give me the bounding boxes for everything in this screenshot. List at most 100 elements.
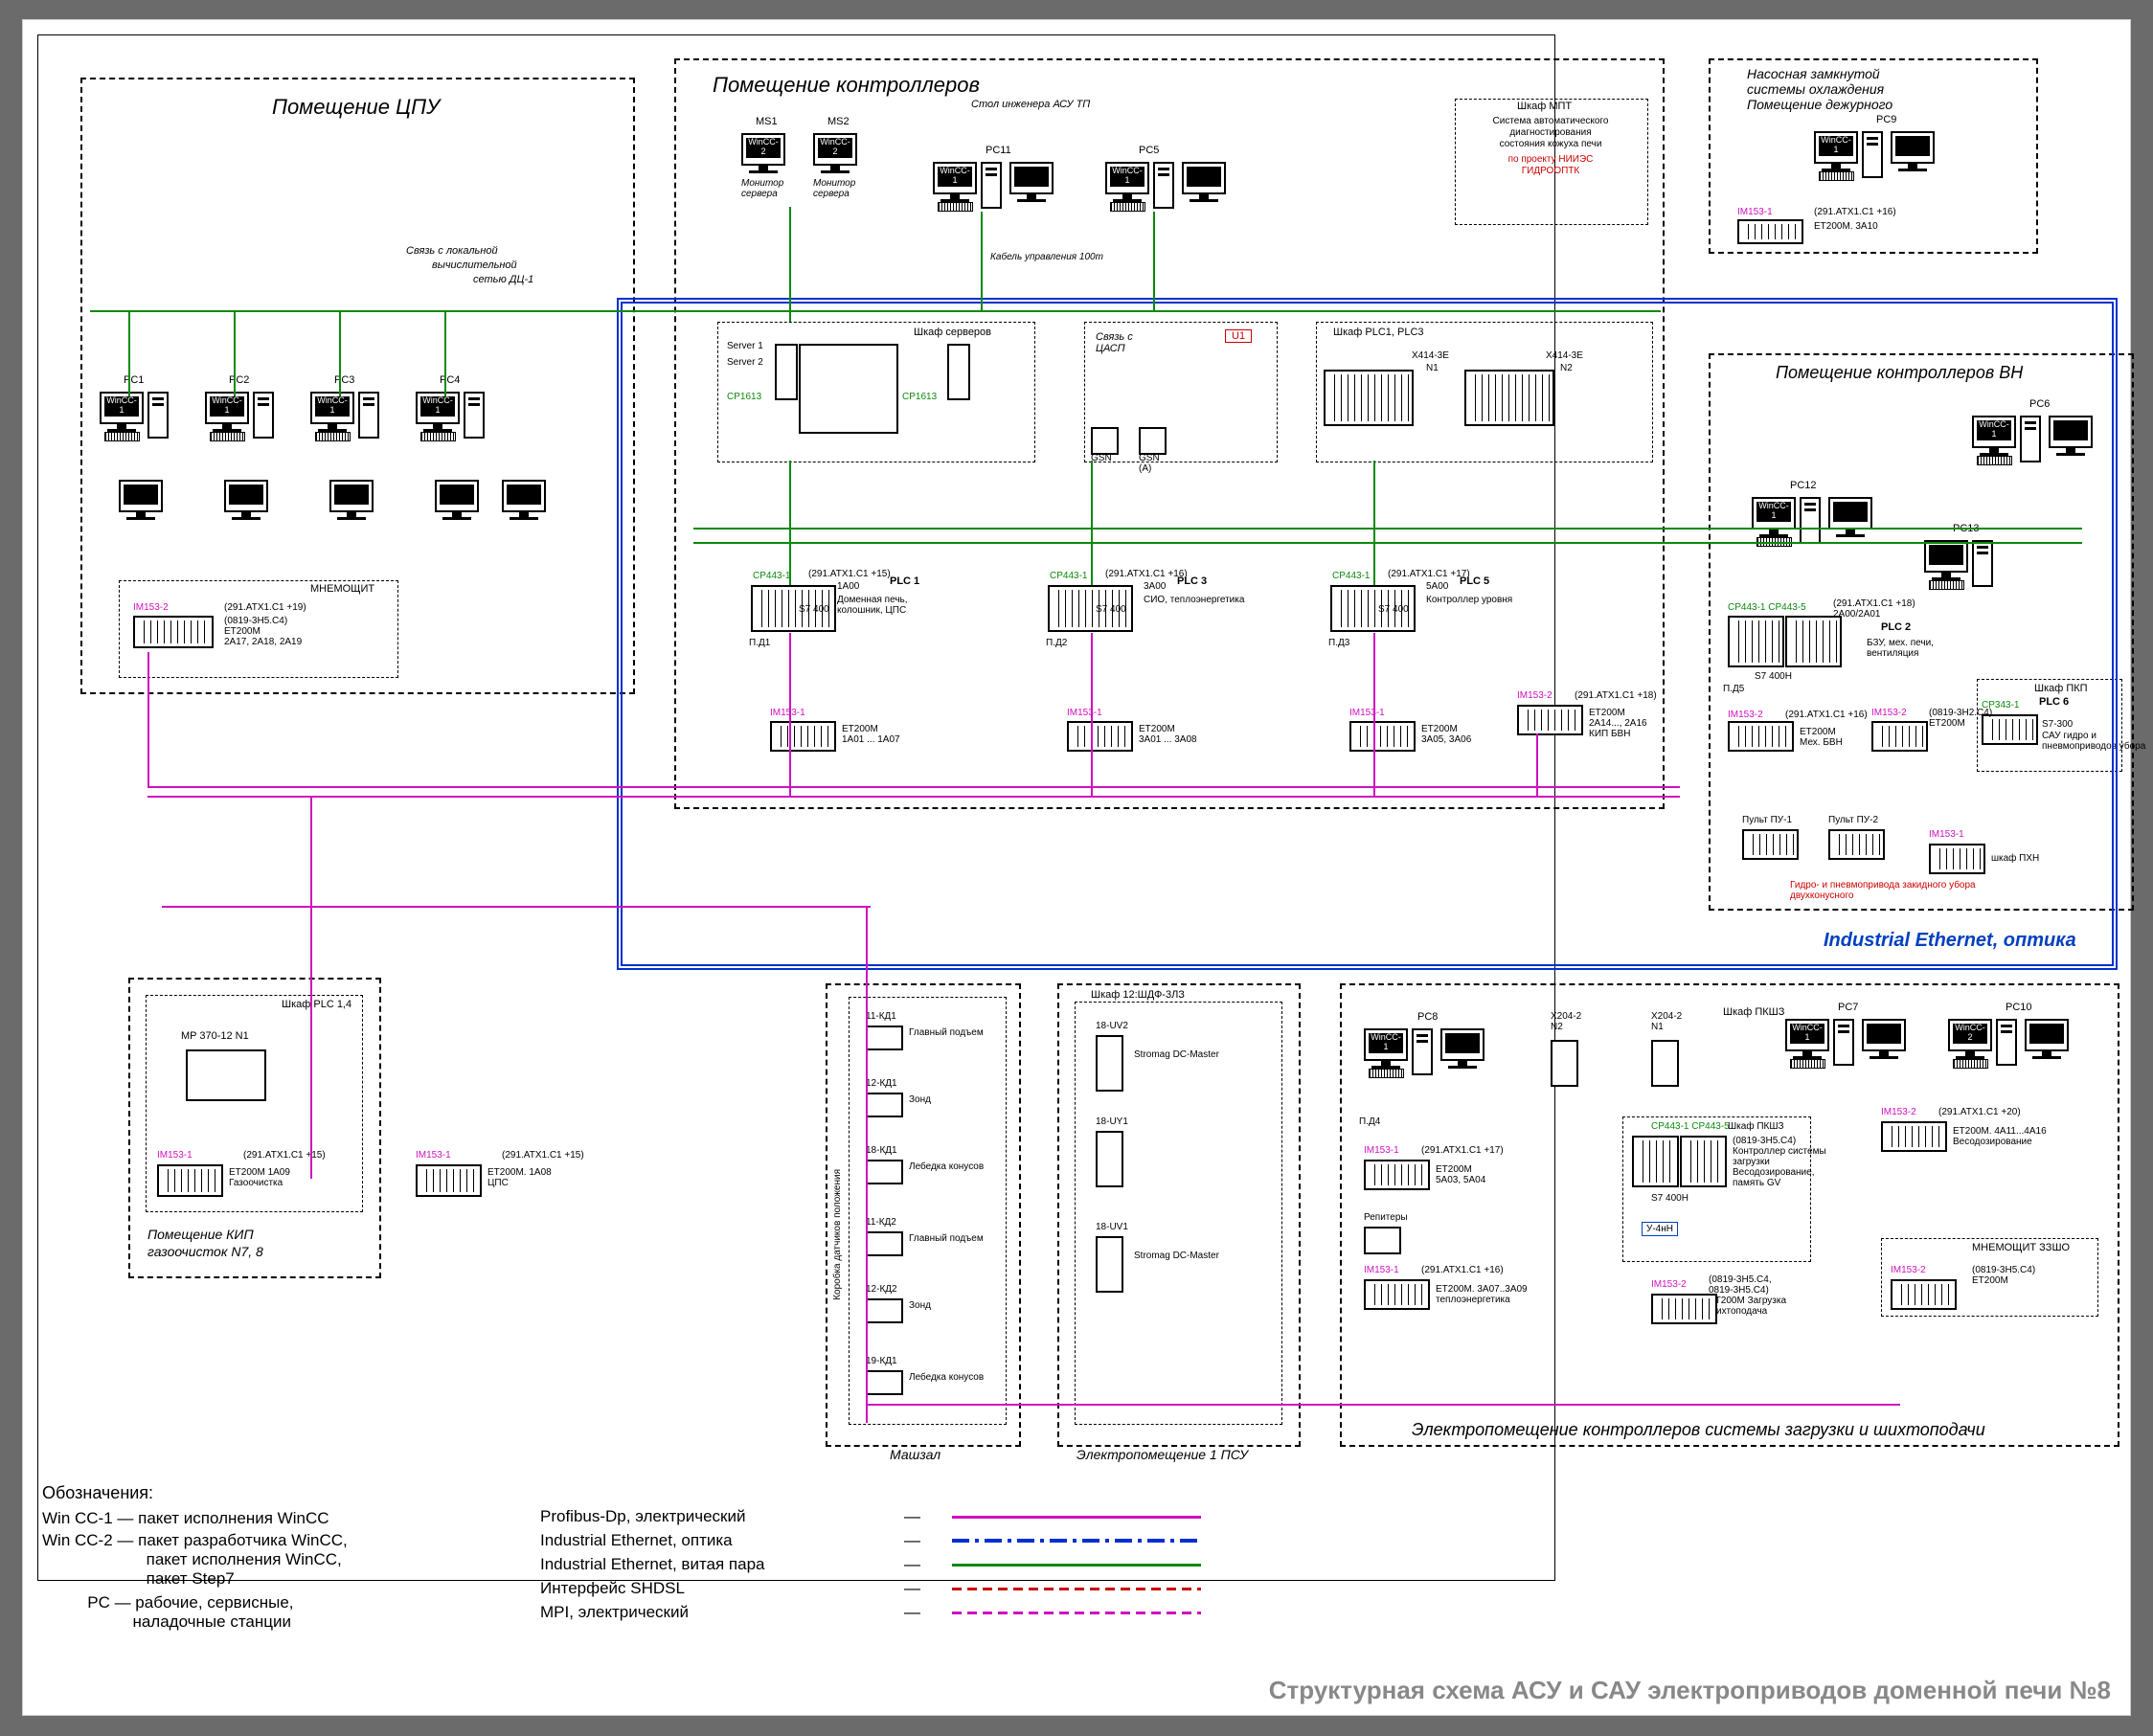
- legend-pb-line: [952, 1516, 1201, 1519]
- pc3: WinCC-1: [310, 392, 354, 432]
- pc4-screen: WinCC-1: [420, 396, 455, 417]
- x204-2: [1551, 1040, 1578, 1087]
- kd19-t: Лебедка конусов: [909, 1372, 984, 1383]
- eth-ms-v: [789, 207, 791, 322]
- u4n: У-4нН: [1642, 1222, 1678, 1236]
- pc10: WinCC-2: [1948, 1019, 1992, 1059]
- pb-bottom-h: [866, 1404, 1900, 1406]
- pc8-mon2: [1440, 1028, 1484, 1069]
- pc1: WinCC-1: [100, 392, 144, 432]
- kd18-r: [866, 1160, 903, 1184]
- pc10-mon2: [2025, 1019, 2069, 1059]
- stol-label: Стол инженера АСУ ТП: [971, 99, 1090, 110]
- ep8a-addr: (291.ATX1.C1 +17): [1421, 1145, 1504, 1156]
- legend-ie-opt-dash: —: [904, 1531, 920, 1550]
- mnemo-zzsho-r: [1891, 1279, 1957, 1310]
- pc9-mon2: [1891, 131, 1935, 171]
- pc10-label: PC10: [2006, 1002, 2032, 1013]
- kip-l1: Помещение КИП: [147, 1227, 254, 1242]
- kd12-1-t: Зонд: [909, 1094, 931, 1105]
- legend-shdsl-dash: —: [904, 1579, 920, 1598]
- legend-mpi-dash: —: [904, 1603, 920, 1622]
- room-controllers-title: Помещение контроллеров: [713, 73, 980, 98]
- mnemo-zzsho-mod: IM153-2: [1891, 1265, 1926, 1275]
- pkshz-pd: П.Д4: [1359, 1116, 1380, 1127]
- pkshz-title: Шкаф ПКШЗ: [1723, 1006, 1784, 1018]
- pc8-screen: WinCC-1: [1369, 1033, 1403, 1053]
- legend-pb-dash: —: [904, 1507, 920, 1526]
- pc11: WinCC-1: [933, 162, 977, 202]
- kd11-2: 11-КД2: [866, 1217, 896, 1228]
- mnemo-zzsho-title: МНЕМОЩИТ ЗЗШО: [1972, 1242, 2070, 1253]
- cps-desc: ET200M. 1A08 ЦПС: [487, 1167, 552, 1188]
- kd11-2-r: [866, 1231, 903, 1256]
- cps-mod: IM153-1: [416, 1150, 451, 1161]
- uv1: 18-UV1: [1096, 1222, 1128, 1232]
- pb-mash-v: [866, 906, 868, 1423]
- pc5-label: PC5: [1139, 145, 1159, 156]
- eth-plc-bus1: [693, 528, 2082, 530]
- eth-plc-bus2: [693, 542, 2082, 544]
- legend-wc2-2: пакет исполнения WinCC,: [42, 1550, 342, 1569]
- ms2-label: MS2: [827, 116, 850, 127]
- legend-ie-tp-line: [952, 1564, 1201, 1567]
- pc11-screen: WinCC-1: [938, 167, 972, 187]
- legend-mpi-line: [952, 1612, 1201, 1614]
- pc2-screen: WinCC-1: [210, 396, 244, 417]
- ms2: WinCC-2: [813, 133, 857, 173]
- eth-pc3-v: [339, 310, 341, 396]
- pc5-mon2: [1182, 162, 1226, 202]
- legend-wc2-1: Win CC-2 — пакет разработчика WinCC,: [42, 1531, 348, 1550]
- page: Помещение ЦПУ Помещение контроллеров Нас…: [22, 19, 2131, 1716]
- ms1: WinCC-2: [741, 133, 785, 173]
- kd11-1: 11-КД1: [866, 1011, 896, 1022]
- pc5: WinCC-1: [1105, 162, 1149, 202]
- x204-n2: X204-2 N2: [1551, 1011, 1581, 1032]
- pc9: WinCC-1: [1814, 131, 1858, 171]
- optical-ring: [617, 298, 2118, 970]
- mp-device: [186, 1049, 266, 1101]
- uv2-r: [1096, 1035, 1123, 1092]
- mtp-l4: по проекту НИИЭС: [1469, 154, 1632, 165]
- plc14-desc: ET200M 1A09 Газоочистка: [229, 1167, 290, 1188]
- kd11-2-t: Главный подъем: [909, 1233, 984, 1244]
- pc4: WinCC-1: [416, 392, 460, 432]
- pc2-mon2: [224, 480, 268, 520]
- pb-kip-v: [310, 796, 312, 1179]
- pump-et200: [1737, 219, 1803, 244]
- mnemo-zzsho-desc: (0819-3Н5.С4) ET200M: [1972, 1265, 2035, 1286]
- mp-label: MP 370-12 N1: [181, 1030, 249, 1042]
- plc14-et200: [157, 1164, 223, 1197]
- legend-ie-opt: Industrial Ethernet, оптика: [540, 1531, 733, 1550]
- ms1-screen: WinCC-2: [746, 138, 781, 158]
- uv2: 18-UV2: [1096, 1021, 1128, 1031]
- pkshz-cpu: S7 400H: [1651, 1193, 1688, 1204]
- pc1-mon2: [119, 480, 163, 520]
- epzag-r: [1651, 1294, 1717, 1324]
- pc4-mon3: [502, 480, 546, 520]
- cab12-title: Шкаф 12:ШДФ-3ЛЗ: [1091, 989, 1185, 1001]
- cable-label: Кабель управления 100m: [990, 252, 1103, 262]
- pb-plc1-v: [789, 633, 791, 796]
- uv2-t: Stromag DC-Master: [1134, 1049, 1219, 1060]
- ms1-cap: Монитор сервера: [741, 178, 783, 199]
- legend-shdsl: Интерфейс SHDSL: [540, 1579, 685, 1598]
- x204-n1: X204-2 N1: [1651, 1011, 1682, 1032]
- pb-plc3-v: [1091, 633, 1093, 796]
- pc9-label: PC9: [1876, 114, 1896, 125]
- pc2-label: PC2: [229, 374, 249, 386]
- pkshz-desc: (0819-3Н5.С4) Контроллер системы загрузк…: [1733, 1136, 1826, 1188]
- pc8-label: PC8: [1417, 1011, 1438, 1023]
- eth-pc4-v: [444, 310, 446, 396]
- ms1-label: MS1: [756, 116, 778, 127]
- cps-et200: [416, 1164, 482, 1197]
- pc11-mon2: [1009, 162, 1054, 202]
- plc14-addr: (291.ATX1.C1 +15): [243, 1150, 326, 1161]
- ep10-desc: ET200M. 4A11...4A16 Весодозирование: [1953, 1126, 2047, 1147]
- legend-wc2-3: пакет Step7: [42, 1569, 235, 1589]
- pump-addr: (291.ATX1.C1 +16): [1814, 207, 1896, 217]
- mtp-l1: Система автоматического: [1469, 116, 1632, 126]
- ep8b-mod: IM153-1: [1364, 1265, 1399, 1275]
- uv1-r: [1096, 1236, 1123, 1293]
- pb-plc5-v: [1373, 633, 1375, 796]
